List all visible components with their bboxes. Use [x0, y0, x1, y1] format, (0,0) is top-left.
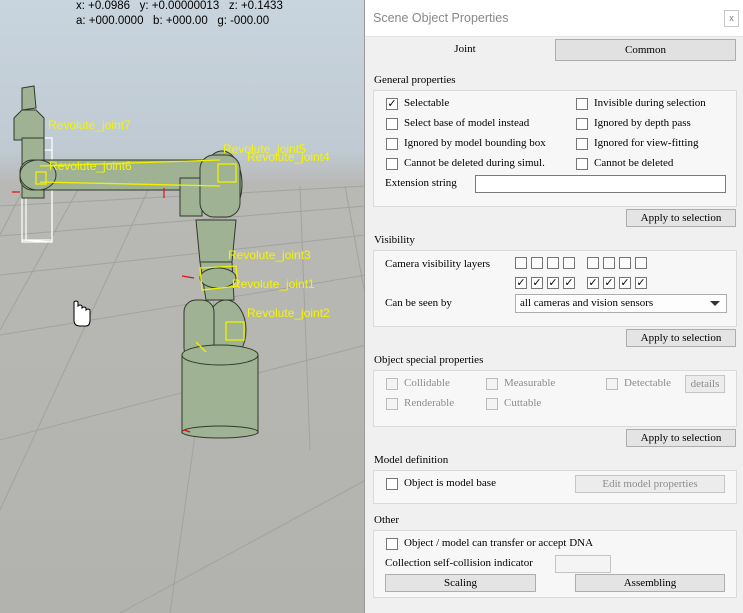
scaling-button[interactable]: Scaling	[385, 574, 536, 592]
special-apply-button[interactable]: Apply to selection	[626, 429, 736, 447]
layers-row1-layer-checkbox-7[interactable]	[619, 257, 631, 269]
model-definition-title: Model definition	[374, 454, 449, 466]
coordinate-readout-position: x: +0.0986 y: +0.00000013 z: +0.1433	[76, 0, 283, 12]
layers-row2-layer-checkbox-1[interactable]: ✓	[515, 277, 527, 289]
detectable-label: Detectable	[624, 377, 672, 389]
scene-object-properties-dialog: Scene Object Properties x Joint Common G…	[364, 0, 743, 613]
ignored-for-view-fitting-label: Ignored for view-fitting	[594, 137, 699, 149]
ignored-by-depth-pass-checkbox[interactable]	[576, 118, 588, 130]
chevron-down-icon	[710, 301, 720, 306]
axis-markers	[12, 188, 195, 433]
layers-row1-layer-checkbox-1[interactable]	[515, 257, 527, 269]
can-be-seen-by-select[interactable]: all cameras and vision sensors	[515, 294, 727, 313]
close-icon[interactable]: x	[724, 10, 739, 27]
detectable-checkbox[interactable]	[606, 378, 618, 390]
joint-label-6: Revolute_joint6	[49, 159, 132, 173]
joint-label-3: Revolute_joint3	[228, 248, 311, 262]
camera-visibility-layers-label: Camera visibility layers	[385, 258, 491, 270]
ignored-for-view-fitting-checkbox[interactable]	[576, 138, 588, 150]
cuttable-checkbox[interactable]	[486, 398, 498, 410]
measurable-checkbox[interactable]	[486, 378, 498, 390]
selectable-label: Selectable	[404, 97, 450, 109]
layers-row1-layer-checkbox-2[interactable]	[531, 257, 543, 269]
collection-indicator-input[interactable]	[555, 555, 611, 573]
dialog-titlebar[interactable]: Scene Object Properties x	[365, 0, 743, 37]
invisible-during-selection-checkbox[interactable]	[576, 98, 588, 110]
cannot-be-deleted-sim-label: Cannot be deleted during simul.	[404, 157, 545, 169]
can-be-seen-by-value: all cameras and vision sensors	[520, 297, 654, 309]
cannot-be-deleted-label: Cannot be deleted	[594, 157, 674, 169]
layers-row1-layer-checkbox-5[interactable]	[587, 257, 599, 269]
can-be-seen-by-label: Can be seen by	[385, 297, 452, 309]
hand-cursor-icon	[73, 300, 91, 327]
layers-row1-layer-checkbox-3[interactable]	[547, 257, 559, 269]
collection-indicator-label: Collection self-collision indicator	[385, 557, 533, 569]
layers-row2-layer-checkbox-4[interactable]: ✓	[563, 277, 575, 289]
layers-row1-layer-checkbox-4[interactable]	[563, 257, 575, 269]
details-button[interactable]: details	[685, 375, 725, 393]
special-properties-group: Collidable Measurable Detectable details…	[373, 370, 737, 427]
renderable-label: Renderable	[404, 397, 455, 409]
collidable-label: Collidable	[404, 377, 450, 389]
ignored-by-depth-pass-label: Ignored by depth pass	[594, 117, 691, 129]
coordinate-readout-orientation: a: +000.0000 b: +000.00 g: -000.00	[76, 15, 270, 27]
visibility-apply-button[interactable]: Apply to selection	[626, 329, 736, 347]
joint-label-4: Revolute_joint4	[247, 150, 330, 164]
layers-row2-layer-checkbox-3[interactable]: ✓	[547, 277, 559, 289]
special-properties-title: Object special properties	[374, 354, 484, 366]
dna-checkbox[interactable]	[386, 538, 398, 550]
joint-label-7: Revolute_joint7	[48, 118, 131, 132]
extension-string-input[interactable]	[475, 175, 726, 193]
joint-label-2: Revolute_joint2	[247, 306, 330, 320]
layers-row2-layer-checkbox-7[interactable]: ✓	[619, 277, 631, 289]
invisible-during-selection-label: Invisible during selection	[594, 97, 706, 109]
select-base-of-model-checkbox[interactable]	[386, 118, 398, 130]
select-base-of-model-label: Select base of model instead	[404, 117, 530, 129]
model-definition-group: Object is model base Edit model properti…	[373, 470, 737, 504]
renderable-checkbox[interactable]	[386, 398, 398, 410]
layers-row2-layer-checkbox-2[interactable]: ✓	[531, 277, 543, 289]
measurable-label: Measurable	[504, 377, 556, 389]
visibility-title: Visibility	[374, 234, 415, 246]
ignored-by-model-bbox-checkbox[interactable]	[386, 138, 398, 150]
cannot-be-deleted-sim-checkbox[interactable]	[386, 158, 398, 170]
layers-row2-layer-checkbox-5[interactable]: ✓	[587, 277, 599, 289]
dna-label: Object / model can transfer or accept DN…	[404, 537, 594, 549]
general-properties-group: ✓ Selectable Invisible during selection …	[373, 90, 737, 207]
scene-viewport[interactable]: x: +0.0986 y: +0.00000013 z: +0.1433 a: …	[0, 0, 366, 613]
tab-common[interactable]: Common	[555, 39, 736, 61]
layers-row2-layer-checkbox-8[interactable]: ✓	[635, 277, 647, 289]
cuttable-label: Cuttable	[504, 397, 542, 409]
joint-label-1: Revolute_joint1	[232, 277, 315, 291]
other-group: Object / model can transfer or accept DN…	[373, 530, 737, 598]
layers-row1-layer-checkbox-6[interactable]	[603, 257, 615, 269]
robot-arm	[13, 85, 259, 439]
dialog-title: Scene Object Properties	[373, 11, 509, 25]
selectable-checkbox[interactable]: ✓	[386, 98, 398, 110]
tab-joint[interactable]: Joint	[373, 39, 557, 61]
cannot-be-deleted-checkbox[interactable]	[576, 158, 588, 170]
object-is-model-base-checkbox[interactable]	[386, 478, 398, 490]
extension-string-label: Extension string	[385, 177, 457, 189]
object-is-model-base-label: Object is model base	[404, 477, 496, 489]
collidable-checkbox[interactable]	[386, 378, 398, 390]
edit-model-properties-button[interactable]: Edit model properties	[575, 475, 725, 493]
layers-row1-layer-checkbox-8[interactable]	[635, 257, 647, 269]
layers-row2-layer-checkbox-6[interactable]: ✓	[603, 277, 615, 289]
visibility-group: Camera visibility layers ✓ ✓ ✓ ✓ ✓ ✓ ✓ ✓ Can be…	[373, 250, 737, 327]
assembling-button[interactable]: Assembling	[575, 574, 725, 592]
other-title: Other	[374, 514, 400, 526]
general-apply-button[interactable]: Apply to selection	[626, 209, 736, 227]
general-properties-title: General properties	[374, 74, 456, 86]
ignored-by-model-bbox-label: Ignored by model bounding box	[404, 137, 546, 149]
